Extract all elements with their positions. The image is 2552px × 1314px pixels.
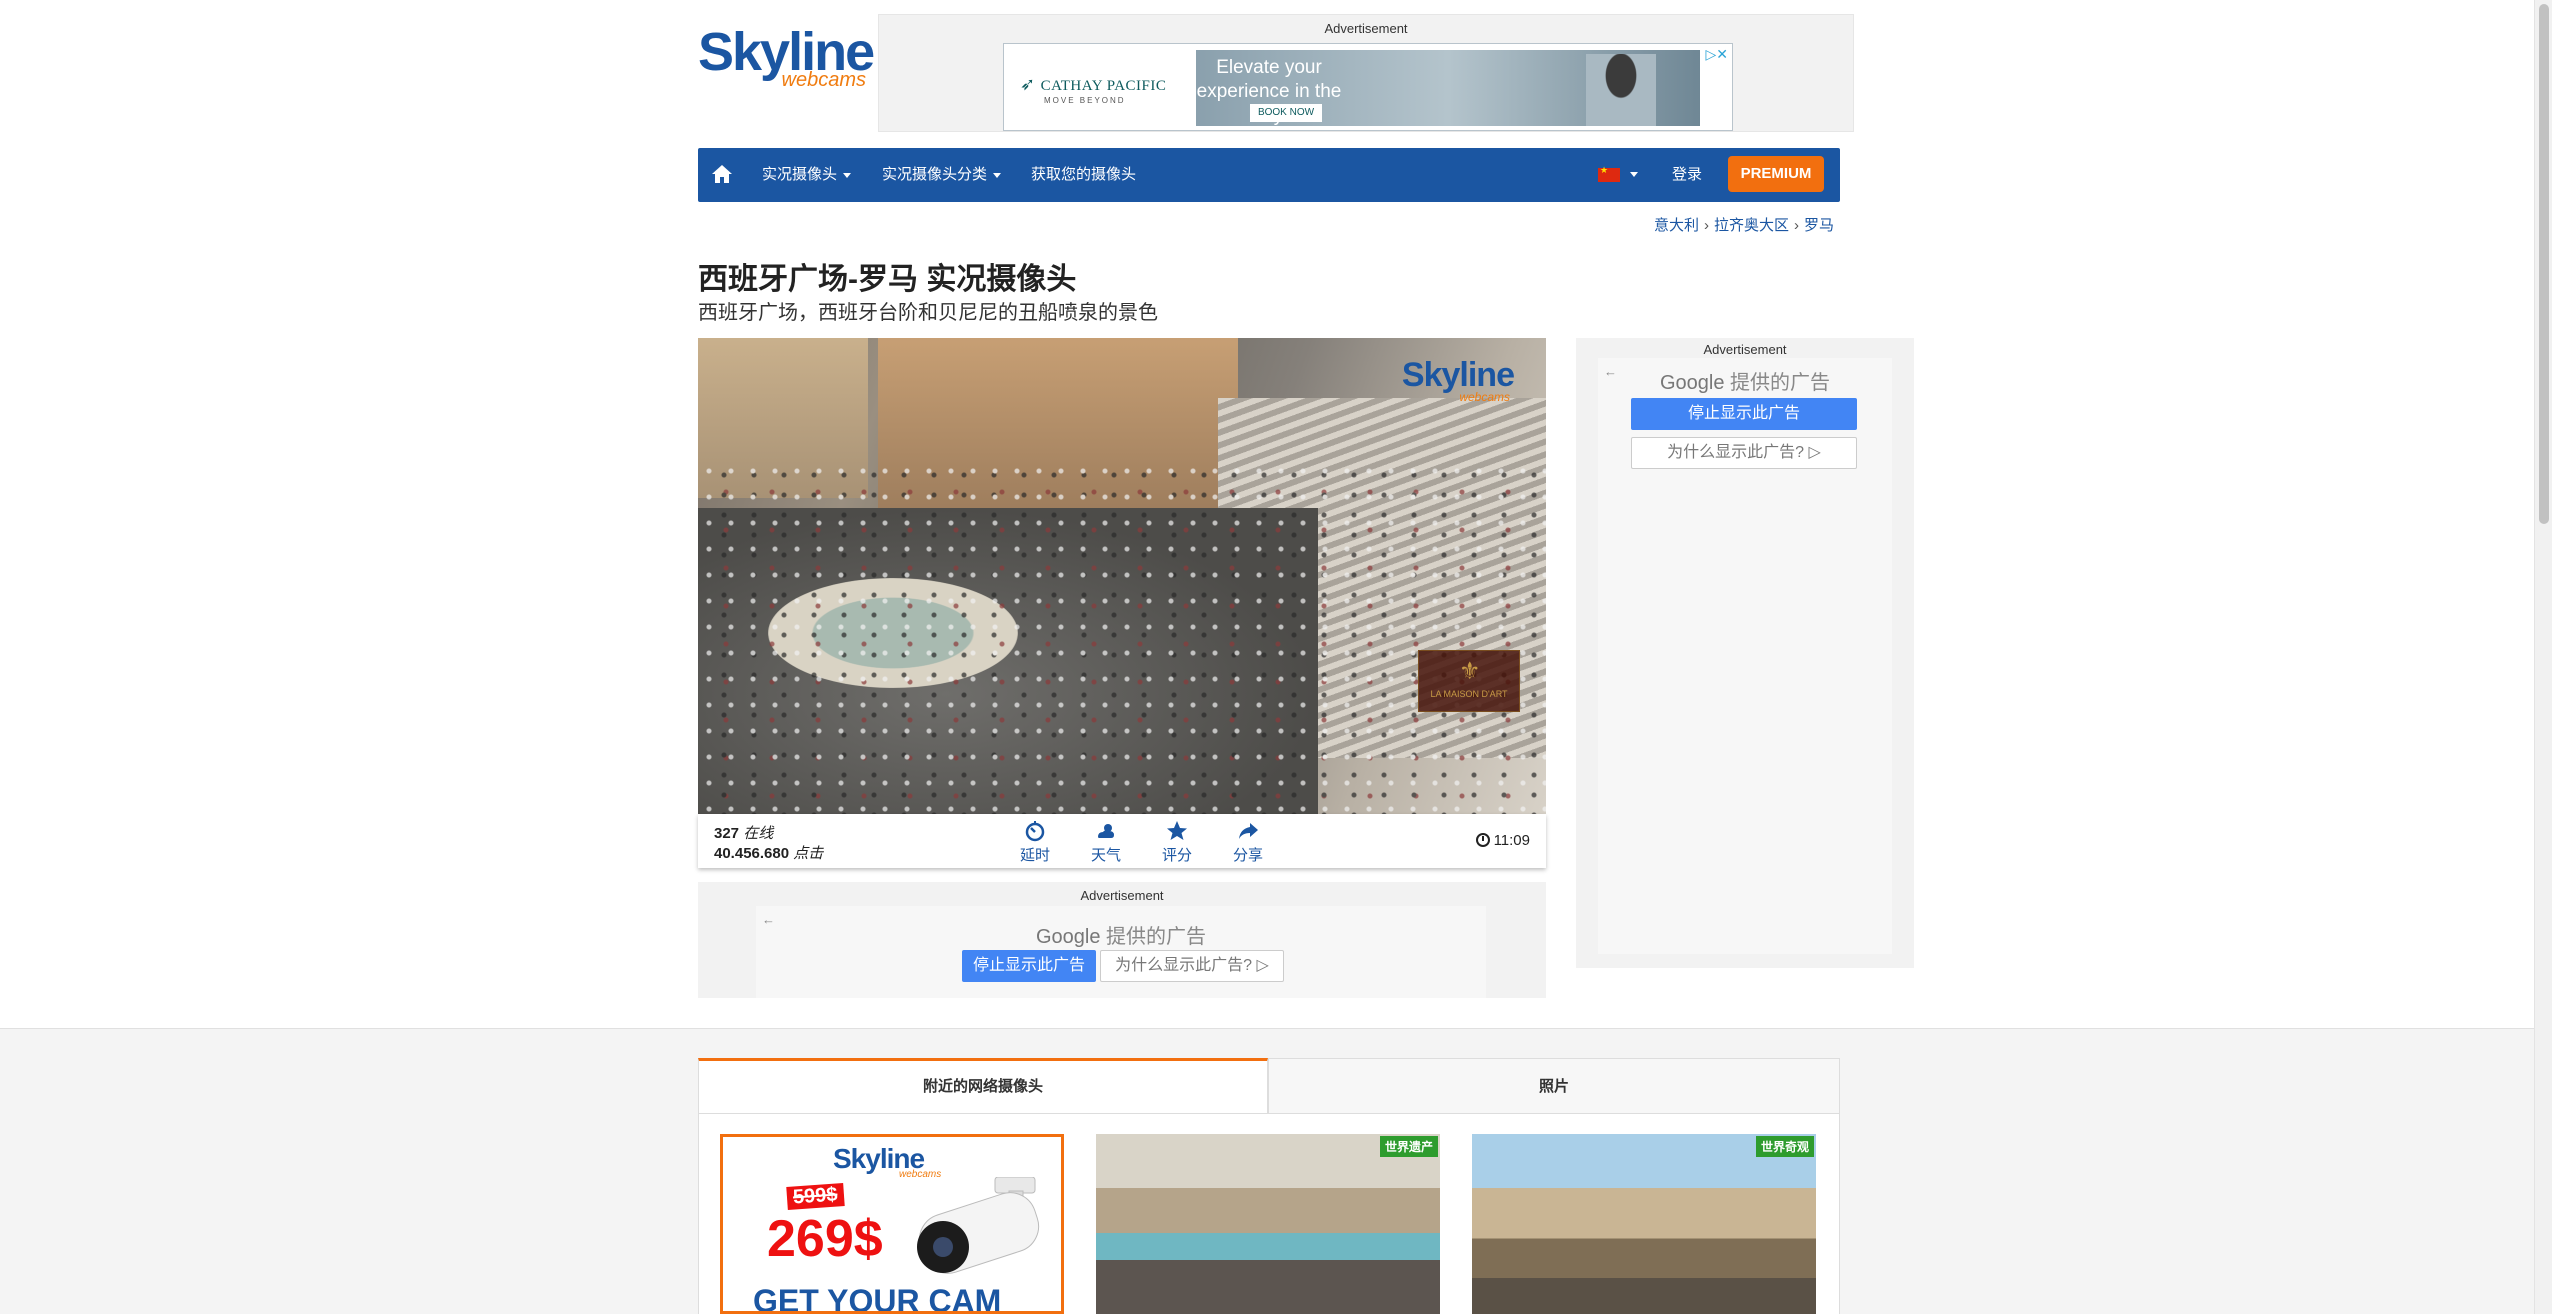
share-label: 分享 [1232, 847, 1263, 864]
ad-close-icon[interactable]: ▷✕ [1706, 46, 1729, 63]
chevron-right-icon: › [1793, 217, 1799, 234]
timelapse-label: 延时 [1019, 847, 1050, 864]
breadcrumb: 意大利 › 拉齐奥大区 › 罗马 [1654, 214, 1834, 235]
promo-new-price: 269$ [767, 1210, 883, 1268]
nav-get-your-cam[interactable]: 获取您的摄像头 [1031, 148, 1136, 202]
rating-label: 评分 [1161, 847, 1192, 864]
ad-brand: ➶ CATHAY PACIFIC [1020, 74, 1167, 94]
chevron-down-icon [843, 172, 852, 178]
webcam-player[interactable]: Skyline webcams LA MAISON D'ART [698, 338, 1546, 814]
share-button[interactable]: 分享 [1223, 818, 1273, 865]
star-icon [1167, 821, 1187, 840]
world-wonder-badge: 世界奇观 [1755, 1136, 1814, 1157]
stop-ad-button[interactable]: 停止显示此广告 [962, 950, 1096, 982]
ad-brand-tagline: MOVE BEYOND [1044, 96, 1126, 105]
why-ad-button[interactable]: 为什么显示此广告? ▷ [1631, 437, 1857, 469]
breadcrumb-rome[interactable]: 罗马 [1804, 217, 1834, 234]
online-count: 327 在线 [714, 825, 774, 842]
promo-cta: GET YOUR CAM [753, 1283, 1002, 1314]
tab-photos[interactable]: 照片 [1268, 1058, 1840, 1114]
weather-label: 天气 [1090, 847, 1121, 864]
cn-flag-icon[interactable] [1598, 165, 1620, 182]
home-icon[interactable] [710, 162, 734, 186]
ad-label: Advertisement [1703, 342, 1787, 357]
page-subtitle: 西班牙广场，西班牙台阶和贝尼尼的丑船喷泉的景色 [698, 302, 1158, 324]
rating-button[interactable]: 评分 [1152, 818, 1202, 865]
chevron-right-icon: › [1703, 217, 1709, 234]
premium-button[interactable]: PREMIUM [1728, 156, 1824, 192]
sponsor-logo[interactable]: LA MAISON D'ART [1418, 650, 1520, 712]
tabs-bar: 附近的网络摄像头 照片 [698, 1058, 1840, 1114]
weather-button[interactable]: 天气 [1081, 818, 1131, 865]
nav-live-cams[interactable]: 实况摄像头 [762, 148, 852, 202]
security-camera-icon [917, 1177, 1040, 1274]
local-time: 11:09 [1475, 832, 1530, 849]
chevron-down-icon[interactable] [1630, 172, 1638, 177]
page-title: 西班牙广场-罗马 实况摄像头 [698, 263, 1077, 296]
breadcrumb-italy[interactable]: 意大利 [1654, 217, 1699, 234]
ad-person-image [1586, 54, 1656, 126]
google-ad-title: Google 提供的广告 [1035, 926, 1207, 948]
main-navbar: 实况摄像头 实况摄像头分类 获取您的摄像头 登录 PREMIUM [698, 148, 1840, 202]
login-link[interactable]: 登录 [1672, 148, 1702, 202]
nav-cam-categories[interactable]: 实况摄像头分类 [882, 148, 1002, 202]
page-scrollbar[interactable] [2534, 0, 2552, 1314]
timelapse-button[interactable]: 延时 [1010, 818, 1060, 865]
breadcrumb-lazio[interactable]: 拉齐奥大区 [1714, 217, 1789, 234]
tab-nearby-webcams[interactable]: 附近的网络摄像头 [698, 1058, 1268, 1114]
chevron-down-icon [993, 172, 1002, 178]
google-ad-title: Google 提供的广告 [1659, 372, 1831, 394]
promo-old-price: 599$ [786, 1183, 845, 1210]
world-heritage-badge: 世界遗产 [1379, 1136, 1438, 1157]
promo-card[interactable]: Skyline webcams 599$ 269$ GET YOUR CAM [720, 1134, 1064, 1314]
scrollbar-thumb[interactable] [2539, 4, 2549, 524]
logo-sub-text: webcams [781, 69, 866, 91]
top-advertisement: Advertisement ➶ CATHAY PACIFIC MOVE BEYO… [878, 14, 1854, 132]
info-play-icon: ▷ [1256, 957, 1269, 974]
views-count: 40.456.680 点击 [714, 845, 824, 862]
ad-banner[interactable]: ➶ CATHAY PACIFIC MOVE BEYOND Elevate you… [1003, 43, 1733, 131]
video-crowd [698, 458, 1546, 814]
timelapse-icon [1025, 821, 1045, 842]
video-overlay-logo-sub: webcams [1459, 390, 1510, 404]
ad-label: Advertisement [1080, 888, 1164, 903]
info-play-icon: ▷ [1808, 444, 1821, 461]
why-ad-button[interactable]: 为什么显示此广告? ▷ [1100, 950, 1284, 982]
nearby-cam-colosseum[interactable]: 世界奇观 [1472, 1134, 1816, 1314]
ad-label: Advertisement [1324, 21, 1408, 36]
clock-icon [1475, 833, 1490, 847]
google-ad-frame: ← Google 提供的广告 停止显示此广告 为什么显示此广告? ▷ [756, 906, 1486, 998]
site-logo[interactable]: Skyline webcams [698, 24, 875, 91]
weather-icon [1098, 824, 1114, 838]
share-icon [1239, 823, 1258, 839]
sidebar-advertisement: Advertisement ← Google 提供的广告 停止显示此广告 为什么… [1576, 338, 1914, 968]
stop-ad-button[interactable]: 停止显示此广告 [1631, 398, 1857, 430]
nearby-cam-trevi[interactable]: 世界遗产 [1096, 1134, 1440, 1314]
ad-book-button[interactable]: BOOK NOW [1250, 104, 1322, 122]
below-player-advertisement: Advertisement ← Google 提供的广告 停止显示此广告 为什么… [698, 882, 1546, 998]
player-stats-bar: 327 在线 40.456.680 点击 延时 天气 评分 分享 11:09 [698, 814, 1546, 868]
page: Skyline webcams Advertisement ➶ CATHAY P… [0, 0, 2552, 1314]
google-ad-frame: ← Google 提供的广告 停止显示此广告 为什么显示此广告? ▷ [1598, 358, 1892, 954]
